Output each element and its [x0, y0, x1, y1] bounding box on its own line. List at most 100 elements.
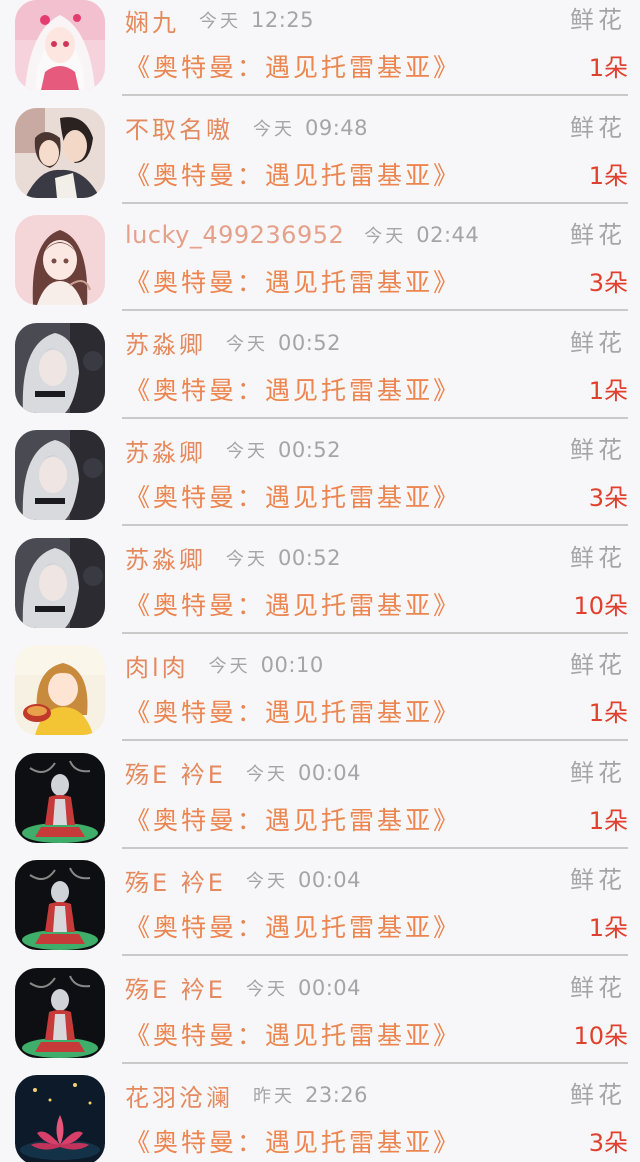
time-label: 00:04 — [297, 760, 361, 785]
name-line: 不取名嗷 今天 09:48 — [125, 110, 369, 145]
movie-title[interactable]: 《奥特曼：遇见托雷基亚》 — [125, 695, 461, 731]
avatar[interactable] — [15, 967, 105, 1058]
movie-title[interactable]: 《奥特曼：遇见托雷基亚》 — [125, 1125, 461, 1161]
name-line: 肉l肉 今天 00:10 — [125, 648, 324, 683]
date-label: 昨天 — [253, 1086, 295, 1107]
movie-title[interactable]: 《奥特曼：遇见托雷基亚》 — [125, 910, 461, 946]
name-line: 殇E 衿E 今天 00:04 — [125, 970, 361, 1005]
divider — [122, 1061, 628, 1064]
list-item[interactable]: 肉l肉 今天 00:10 鲜花 《奥特曼：遇见托雷基亚》 1朵 — [0, 645, 640, 753]
movie-title[interactable]: 《奥特曼：遇见托雷基亚》 — [125, 373, 461, 409]
username[interactable]: 殇E 衿E — [125, 863, 226, 898]
username[interactable]: 娴九 — [125, 3, 179, 38]
gift-count: 3朵 — [588, 269, 628, 297]
time-label: 02:44 — [416, 223, 480, 247]
avatar-lotus-image — [15, 1075, 105, 1162]
movie-title[interactable]: 《奥特曼：遇见托雷基亚》 — [125, 50, 461, 86]
time-label: 00:52 — [278, 545, 342, 570]
divider — [122, 954, 628, 956]
gift-type: 鲜花 — [570, 758, 626, 787]
time-label: 09:48 — [305, 115, 369, 140]
gift-count: 10朵 — [573, 1021, 628, 1050]
divider — [122, 846, 628, 849]
gift-type: 鲜花 — [570, 6, 626, 34]
username[interactable]: 肉l肉 — [125, 648, 189, 683]
gift-count: 1朵 — [588, 806, 628, 835]
username[interactable]: 苏淼卿 — [125, 433, 206, 468]
list-item[interactable]: 娴九 今天 12:25 鲜花 《奥特曼：遇见托雷基亚》 1朵 — [0, 0, 640, 108]
list-item[interactable]: 殇E 衿E 今天 00:04 鲜花 《奥特曼：遇见托雷基亚》 10朵 — [0, 967, 640, 1076]
avatar-silver-hair-image — [15, 430, 105, 520]
username[interactable]: lucky_499236952 — [125, 221, 344, 249]
name-line: 苏淼卿 今天 00:52 — [125, 540, 342, 575]
username[interactable]: 苏淼卿 — [125, 540, 206, 575]
divider — [122, 416, 628, 419]
avatar-couple-image — [15, 107, 105, 198]
time-label: 00:52 — [278, 330, 342, 355]
gift-type: 鲜花 — [570, 113, 626, 142]
avatar[interactable] — [15, 215, 105, 305]
avatar-anime-girl-image — [15, 215, 105, 305]
name-line: 殇E 衿E 今天 00:04 — [125, 755, 361, 790]
gift-record-list: 娴九 今天 12:25 鲜花 《奥特曼：遇见托雷基亚》 1朵 不取名嗷 今天 0… — [0, 0, 640, 1162]
avatar[interactable] — [15, 322, 105, 413]
avatar[interactable] — [15, 107, 105, 198]
avatar-yellow-girl-image — [15, 645, 105, 735]
movie-title[interactable]: 《奥特曼：遇见托雷基亚》 — [125, 480, 461, 516]
gift-type: 鲜花 — [570, 436, 626, 464]
movie-title[interactable]: 《奥特曼：遇见托雷基亚》 — [125, 1018, 461, 1054]
list-item[interactable]: 殇E 衿E 今天 00:04 鲜花 《奥特曼：遇见托雷基亚》 1朵 — [0, 860, 640, 968]
name-line: 苏淼卿 今天 00:52 — [125, 325, 342, 360]
avatar-ultraman-image — [15, 967, 105, 1058]
username[interactable]: 苏淼卿 — [125, 325, 206, 360]
time-label: 00:52 — [278, 438, 342, 462]
date-label: 今天 — [245, 763, 288, 785]
avatar[interactable] — [15, 645, 105, 735]
date-label: 今天 — [245, 978, 288, 1000]
gift-count: 3朵 — [588, 1129, 628, 1157]
avatar[interactable] — [15, 430, 105, 520]
avatar[interactable] — [15, 1075, 105, 1162]
time-label: 00:10 — [260, 653, 324, 677]
gift-type: 鲜花 — [570, 1081, 626, 1109]
divider — [122, 94, 628, 96]
name-line: 殇E 衿E 今天 00:04 — [125, 863, 361, 898]
gift-count: 1朵 — [588, 376, 628, 405]
username[interactable]: 殇E 衿E — [125, 970, 226, 1005]
avatar[interactable] — [15, 0, 105, 90]
list-item[interactable]: 苏淼卿 今天 00:52 鲜花 《奥特曼：遇见托雷基亚》 10朵 — [0, 537, 640, 646]
username[interactable]: 不取名嗷 — [125, 110, 233, 145]
date-label: 今天 — [364, 226, 407, 247]
list-item[interactable]: lucky_499236952 今天 02:44 鲜花 《奥特曼：遇见托雷基亚》… — [0, 215, 640, 323]
gift-type: 鲜花 — [570, 328, 626, 357]
date-label: 今天 — [245, 871, 288, 892]
divider — [122, 309, 628, 311]
list-item[interactable]: 花羽沧澜 昨天 23:26 鲜花 《奥特曼：遇见托雷基亚》 3朵 — [0, 1075, 640, 1162]
divider — [122, 631, 628, 634]
time-label: 12:25 — [251, 8, 315, 32]
username[interactable]: 花羽沧澜 — [125, 1078, 233, 1113]
gift-count: 1朵 — [588, 914, 628, 942]
gift-count: 10朵 — [573, 591, 628, 620]
avatar-silver-hair-image — [15, 322, 105, 413]
gift-type: 鲜花 — [570, 651, 626, 679]
divider — [122, 524, 628, 526]
list-item[interactable]: 苏淼卿 今天 00:52 鲜花 《奥特曼：遇见托雷基亚》 1朵 — [0, 322, 640, 431]
avatar[interactable] — [15, 752, 105, 843]
date-label: 今天 — [253, 118, 295, 140]
movie-title[interactable]: 《奥特曼：遇见托雷基亚》 — [125, 265, 461, 301]
list-item[interactable]: 苏淼卿 今天 00:52 鲜花 《奥特曼：遇见托雷基亚》 3朵 — [0, 430, 640, 538]
movie-title[interactable]: 《奥特曼：遇见托雷基亚》 — [125, 803, 461, 839]
movie-title[interactable]: 《奥特曼：遇见托雷基亚》 — [125, 588, 461, 624]
avatar[interactable] — [15, 860, 105, 950]
gift-count: 3朵 — [588, 484, 628, 512]
username[interactable]: 殇E 衿E — [125, 755, 226, 790]
gift-type: 鲜花 — [570, 221, 626, 249]
gift-type: 鲜花 — [570, 543, 626, 572]
list-item[interactable]: 不取名嗷 今天 09:48 鲜花 《奥特曼：遇见托雷基亚》 1朵 — [0, 107, 640, 216]
avatar-pink-girl-image — [15, 0, 105, 90]
movie-title[interactable]: 《奥特曼：遇见托雷基亚》 — [125, 158, 461, 194]
list-item[interactable]: 殇E 衿E 今天 00:04 鲜花 《奥特曼：遇见托雷基亚》 1朵 — [0, 752, 640, 861]
name-line: 花羽沧澜 昨天 23:26 — [125, 1078, 368, 1113]
avatar[interactable] — [15, 537, 105, 628]
